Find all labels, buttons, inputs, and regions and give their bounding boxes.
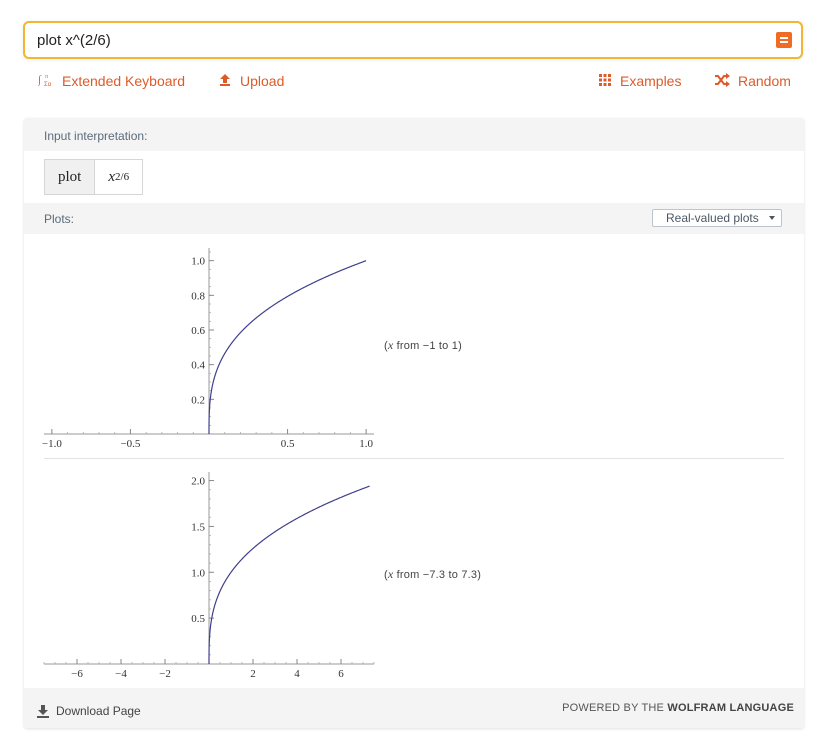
input-interpretation-title: Input interpretation: xyxy=(44,129,148,143)
interpretation-base: x xyxy=(108,168,116,185)
powered-by-brand: WOLFRAM LANGUAGE xyxy=(667,702,794,714)
examples-button[interactable]: Examples xyxy=(598,72,681,90)
plot-1-y-tick-label: 0.6 xyxy=(191,325,205,337)
plot-1-range-var: x xyxy=(387,338,394,352)
plot-1-y-tick-label: 0.2 xyxy=(191,394,205,406)
real-valued-plots-dropdown[interactable]: Real-valued plots xyxy=(652,209,782,227)
random-button[interactable]: Random xyxy=(714,72,791,90)
plot-2-range-var: x xyxy=(387,567,394,581)
plot-2-x-tick-label: −2 xyxy=(159,668,171,680)
examples-label: Examples xyxy=(620,73,682,89)
interpretation-exponent: 2/6 xyxy=(115,171,130,183)
download-icon xyxy=(37,705,49,718)
shuffle-icon xyxy=(714,72,730,90)
results-card: Input interpretation: plot x 2/6 Plots: R… xyxy=(24,118,804,728)
upload-label: Upload xyxy=(240,73,285,89)
extended-keyboard-button[interactable]: ∫ π Σα Extended Keyboard xyxy=(37,72,185,91)
powered-by-prefix: POWERED BY THE xyxy=(562,702,668,714)
random-label: Random xyxy=(738,73,791,89)
chevron-down-icon xyxy=(769,216,775,220)
plot-2: −6 −4 −2 2 4 6 0.5 1.0 1.5 2.0 xyxy=(43,472,375,680)
plots-divider xyxy=(44,458,784,459)
plot-2-y-tick-label: 2.0 xyxy=(191,476,205,488)
submit-equals-icon[interactable] xyxy=(776,32,792,48)
upload-button[interactable]: Upload xyxy=(218,72,284,90)
plot-1-curve xyxy=(208,260,367,434)
plot-2-x-tick-label: −4 xyxy=(115,668,127,680)
plot-2-range-text: from −7.3 to 7.3) xyxy=(396,569,482,581)
plot-2-range: (x from −7.3 to 7.3) xyxy=(384,567,482,581)
svg-text:Σα: Σα xyxy=(44,82,52,88)
plot-1: −1.0 −0.5 0.5 1.0 0.2 0.4 0.6 0.8 1.0 xyxy=(42,248,374,450)
plot-2-x-tick-label: 4 xyxy=(294,668,300,680)
search-input[interactable] xyxy=(37,23,757,57)
plot-1-range-text: from −1 to 1) xyxy=(396,340,462,352)
plot-1-x-tick-label: 0.5 xyxy=(281,438,295,450)
plot-2-y-tick-label: 1.0 xyxy=(191,567,205,579)
plot-1-x-tick-label: −1.0 xyxy=(42,438,62,450)
interpretation-expression: x 2/6 xyxy=(95,160,142,194)
plot-1-y-tick-label: 1.0 xyxy=(191,256,205,268)
plots-pod: −1.0 −0.5 0.5 1.0 0.2 0.4 0.6 0.8 1.0 (x from −1… xyxy=(24,234,804,688)
examples-grid-icon xyxy=(598,73,612,90)
powered-by: POWERED BY THE WOLFRAM LANGUAGE xyxy=(562,702,794,714)
plot-2-y-tick-label: 0.5 xyxy=(191,613,205,625)
plot-2-x-tick-label: −6 xyxy=(71,668,83,680)
plot-1-range: (x from −1 to 1) xyxy=(384,338,462,352)
interpretation-box: plot x 2/6 xyxy=(44,159,144,195)
plot-1-x-tick-label: −0.5 xyxy=(120,438,140,450)
svg-text:∫: ∫ xyxy=(38,74,42,86)
plot-1-y-tick-label: 0.4 xyxy=(191,360,205,372)
upload-icon xyxy=(218,73,232,90)
svg-text:π: π xyxy=(45,74,48,80)
plot-2-y-tick-label: 1.5 xyxy=(191,521,205,533)
plot-2-x-tick-label: 6 xyxy=(338,668,344,680)
download-page-button[interactable]: Download Page xyxy=(36,704,141,718)
plot-1-x-tick-label: 1.0 xyxy=(359,438,373,450)
download-page-label: Download Page xyxy=(56,704,141,718)
plot-2-x-tick-label: 2 xyxy=(250,668,256,680)
input-interpretation-pod: plot x 2/6 xyxy=(24,151,804,203)
plot-1-y-tick-label: 0.8 xyxy=(191,290,205,302)
plots-title: Plots: xyxy=(44,212,75,226)
search-bar xyxy=(23,21,803,59)
interpretation-keyword: plot xyxy=(45,160,96,194)
extended-keyboard-label: Extended Keyboard xyxy=(62,73,185,89)
dropdown-label: Real-valued plots xyxy=(666,211,759,225)
plot-2-curve xyxy=(208,485,370,664)
extended-keyboard-icon: ∫ π Σα xyxy=(37,72,54,91)
